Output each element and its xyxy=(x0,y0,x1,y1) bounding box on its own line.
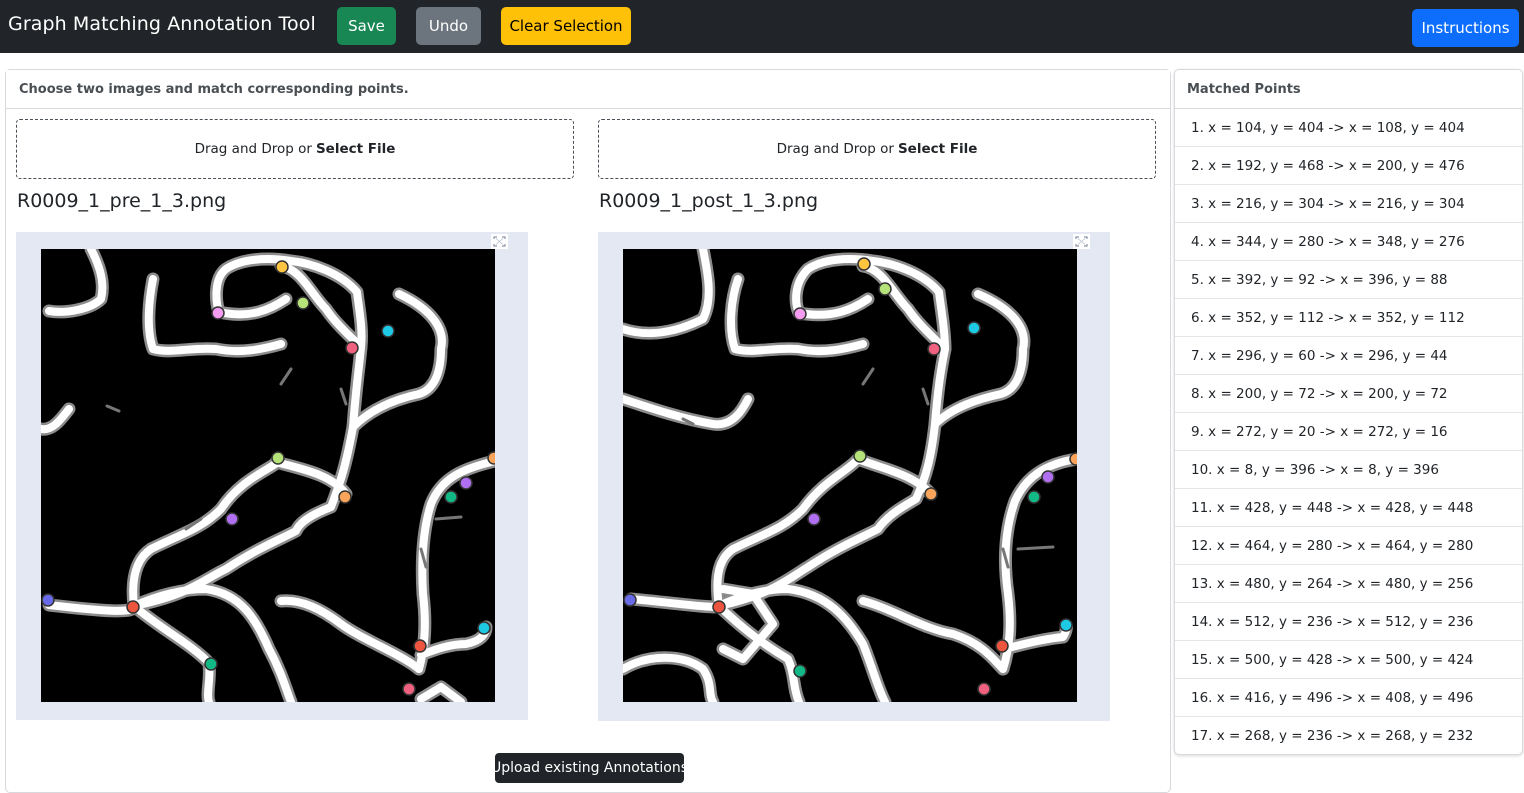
list-item[interactable]: 7. x = 296, y = 60 -> x = 296, y = 44 xyxy=(1175,337,1522,375)
point-marker xyxy=(487,451,495,465)
left-image-canvas[interactable] xyxy=(16,232,528,720)
point-marker xyxy=(338,490,352,504)
card-title: Choose two images and match correspondin… xyxy=(19,82,409,97)
point-marker xyxy=(857,257,871,271)
expand-icon[interactable] xyxy=(1073,234,1090,249)
expand-icon[interactable] xyxy=(491,234,508,249)
point-marker xyxy=(296,296,310,310)
point-marker xyxy=(995,639,1009,653)
point-marker xyxy=(878,282,892,296)
matched-points-header: Matched Points xyxy=(1175,70,1522,109)
list-item[interactable]: 17. x = 268, y = 236 -> x = 268, y = 232 xyxy=(1175,717,1522,754)
right-vessel-graph-image[interactable] xyxy=(623,249,1077,702)
point-marker xyxy=(271,451,285,465)
point-marker xyxy=(126,600,140,614)
select-file-link[interactable]: Select File xyxy=(898,141,977,157)
list-item[interactable]: 10. x = 8, y = 396 -> x = 8, y = 396 xyxy=(1175,451,1522,489)
list-item[interactable]: 13. x = 480, y = 264 -> x = 480, y = 256 xyxy=(1175,565,1522,603)
point-marker xyxy=(1059,618,1073,632)
top-navbar: Graph Matching Annotation Tool Save Undo… xyxy=(0,0,1524,53)
point-marker xyxy=(41,593,55,607)
point-marker xyxy=(1069,452,1077,466)
left-file-name: R0009_1_pre_1_3.png xyxy=(17,190,227,212)
point-marker xyxy=(1041,470,1055,484)
point-marker xyxy=(204,657,218,671)
list-item[interactable]: 2. x = 192, y = 468 -> x = 200, y = 476 xyxy=(1175,147,1522,185)
select-file-link[interactable]: Select File xyxy=(316,141,395,157)
right-file-name: R0009_1_post_1_3.png xyxy=(599,190,819,212)
matched-points-title: Matched Points xyxy=(1187,82,1301,97)
list-item[interactable]: 3. x = 216, y = 304 -> x = 216, y = 304 xyxy=(1175,185,1522,223)
matched-points-card: Matched Points 1. x = 104, y = 404 -> x … xyxy=(1174,69,1523,755)
list-item[interactable]: 9. x = 272, y = 20 -> x = 272, y = 16 xyxy=(1175,413,1522,451)
point-marker xyxy=(712,600,726,614)
list-item[interactable]: 15. x = 500, y = 428 -> x = 500, y = 424 xyxy=(1175,641,1522,679)
point-marker xyxy=(459,476,473,490)
point-marker xyxy=(345,341,359,355)
list-item[interactable]: 8. x = 200, y = 72 -> x = 200, y = 72 xyxy=(1175,375,1522,413)
point-marker xyxy=(807,512,821,526)
clear-selection-button[interactable]: Clear Selection xyxy=(501,7,631,45)
card-header: Choose two images and match correspondin… xyxy=(6,70,1170,109)
point-marker xyxy=(1027,490,1041,504)
right-image-canvas[interactable] xyxy=(598,232,1110,721)
list-item[interactable]: 6. x = 352, y = 112 -> x = 352, y = 112 xyxy=(1175,299,1522,337)
save-button[interactable]: Save xyxy=(337,7,396,45)
left-vessel-graph-image[interactable] xyxy=(41,249,495,702)
dropzone-text: Drag and Drop or xyxy=(776,141,894,157)
list-item[interactable]: 12. x = 464, y = 280 -> x = 464, y = 280 xyxy=(1175,527,1522,565)
point-marker xyxy=(402,682,416,696)
list-item[interactable]: 4. x = 344, y = 280 -> x = 348, y = 276 xyxy=(1175,223,1522,261)
point-marker xyxy=(477,621,491,635)
point-marker xyxy=(275,260,289,274)
point-marker xyxy=(853,449,867,463)
list-item[interactable]: 11. x = 428, y = 448 -> x = 428, y = 448 xyxy=(1175,489,1522,527)
dropzone-text: Drag and Drop or xyxy=(194,141,312,157)
app-title: Graph Matching Annotation Tool xyxy=(8,13,316,35)
matched-points-list: 1. x = 104, y = 404 -> x = 108, y = 404 … xyxy=(1175,109,1522,754)
list-item[interactable]: 16. x = 416, y = 496 -> x = 408, y = 496 xyxy=(1175,679,1522,717)
left-file-dropzone[interactable]: Drag and Drop or Select File xyxy=(16,119,574,179)
point-marker xyxy=(413,639,427,653)
list-item[interactable]: 1. x = 104, y = 404 -> x = 108, y = 404 xyxy=(1175,109,1522,147)
image-matching-card: Choose two images and match correspondin… xyxy=(5,69,1171,793)
point-marker xyxy=(927,342,941,356)
point-marker xyxy=(623,593,637,607)
point-marker xyxy=(225,512,239,526)
point-marker xyxy=(211,306,225,320)
point-marker xyxy=(444,490,458,504)
point-marker xyxy=(793,664,807,678)
point-marker xyxy=(967,321,981,335)
point-marker xyxy=(793,307,807,321)
point-marker xyxy=(977,682,991,696)
list-item[interactable]: 14. x = 512, y = 236 -> x = 512, y = 236 xyxy=(1175,603,1522,641)
right-file-dropzone[interactable]: Drag and Drop or Select File xyxy=(598,119,1156,179)
instructions-button[interactable]: Instructions xyxy=(1412,9,1519,47)
point-marker xyxy=(924,487,938,501)
list-item[interactable]: 5. x = 392, y = 92 -> x = 396, y = 88 xyxy=(1175,261,1522,299)
upload-annotations-button[interactable]: Upload existing Annotations xyxy=(491,753,688,783)
point-marker xyxy=(381,324,395,338)
undo-button[interactable]: Undo xyxy=(416,7,481,45)
